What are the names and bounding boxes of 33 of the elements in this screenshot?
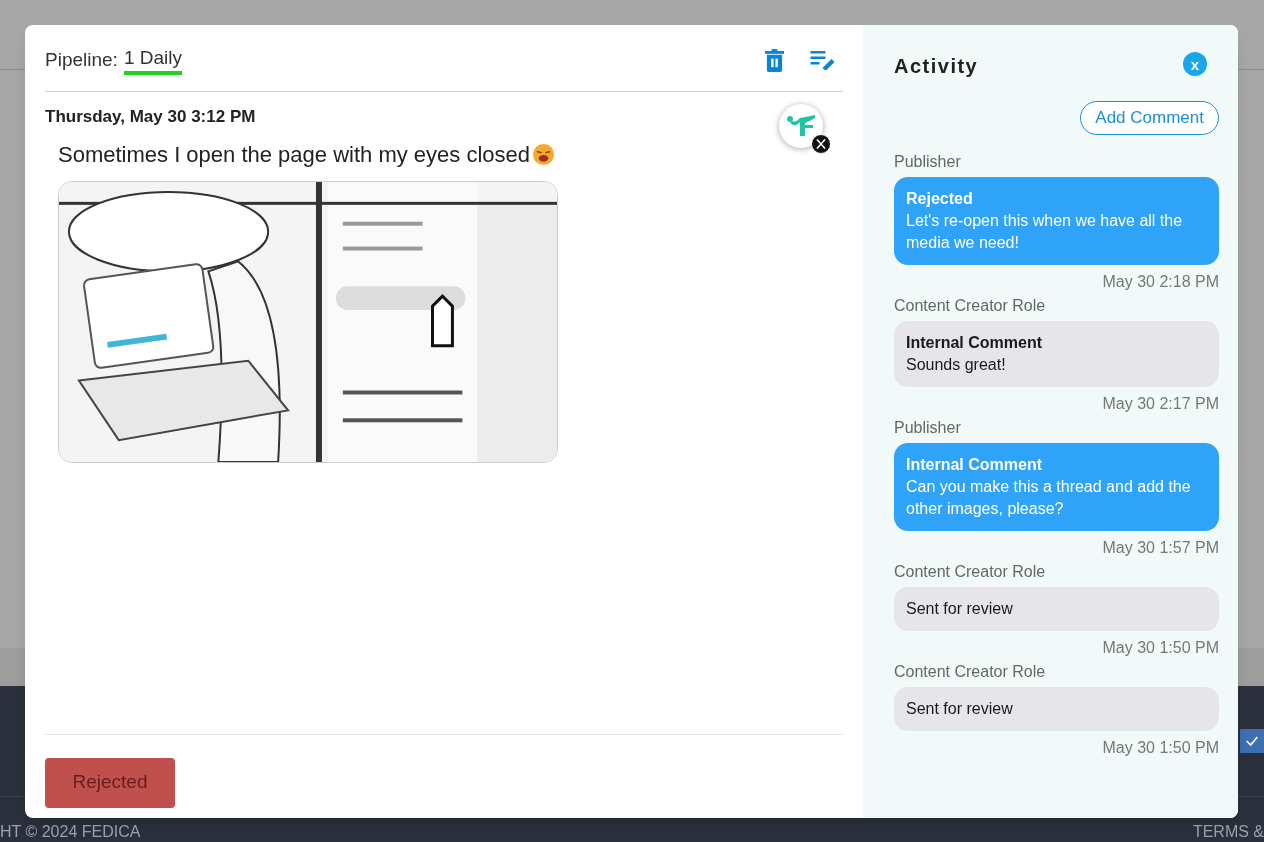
comment-author: Content Creator Role [894,562,1047,582]
pipeline-name[interactable]: 1 Daily [123,45,182,75]
comment-text: Sent for review [906,699,1014,719]
comment-time: May 30 1:57 PM [1102,538,1219,558]
emoji-icon [532,142,556,166]
trash-icon[interactable] [765,48,784,72]
comment-text: Sounds great! [906,355,1007,375]
checkbox-icon [1240,729,1264,753]
comment-text: Let's re-open this when we have all the media we need! [906,211,1184,253]
comment-author: Content Creator Role [894,662,1047,682]
close-button[interactable]: x [1183,52,1207,76]
post-date: Thursday, May 30 3:12 PM [45,106,256,128]
add-comment-button[interactable]: Add Comment [1080,101,1219,135]
status-button[interactable]: Rejected [45,757,175,808]
comment-time: May 30 1:50 PM [1102,638,1219,658]
comment-time: May 30 1:50 PM [1102,738,1219,758]
comment-text: Sent for review [906,599,1014,619]
comment-title: Internal Comment [906,455,1043,475]
comment-title: Internal Comment [906,333,1043,353]
post-text: Sometimes I open the page with my eyes closed [58,140,531,169]
comment-time: May 30 2:17 PM [1102,394,1219,414]
logo-icon [786,114,816,138]
footer-link[interactable]: TERMS & [1192,823,1264,841]
edit-list-icon[interactable] [810,50,835,70]
comment-text: Can you make this a thread and add the other images, please? [906,477,1192,519]
comment-author: Publisher [894,152,962,172]
activity-title: Activity [894,54,979,79]
comment-author: Publisher [894,418,962,438]
comment-time: May 30 2:18 PM [1102,272,1219,292]
footer-copyright: HT © 2024 FEDICA [0,823,141,841]
pipeline-label: Pipeline: [45,47,118,72]
comment-title: Rejected [906,189,974,209]
comment-author: Content Creator Role [894,296,1047,316]
